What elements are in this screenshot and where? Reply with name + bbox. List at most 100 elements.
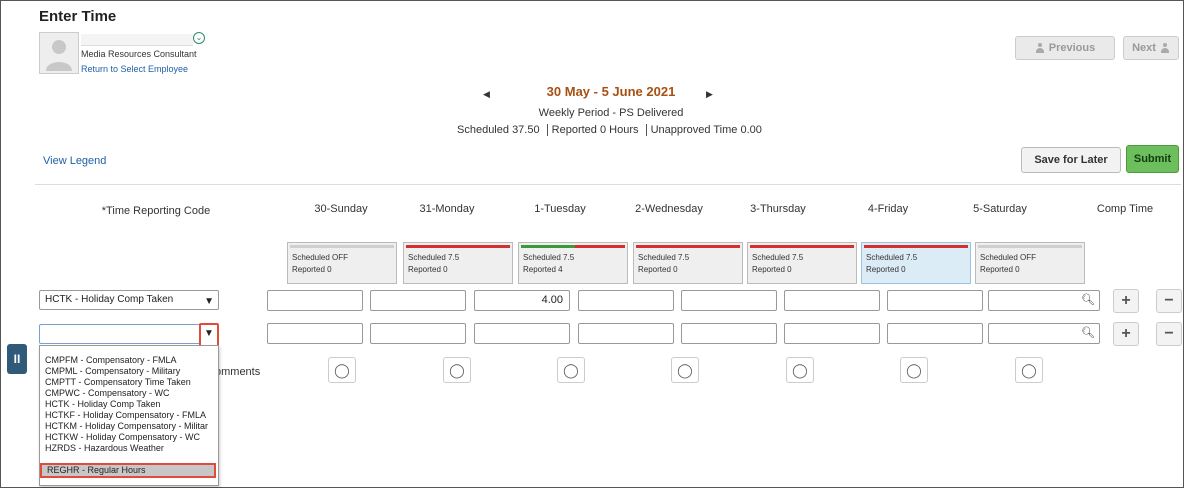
next-period-arrow-icon[interactable]: ▶ [706,89,713,100]
scheduled-text: Scheduled 7.5 [523,253,575,262]
reported-text: Reported 0 [866,265,906,274]
save-for-later-button[interactable]: Save for Later [1021,147,1121,173]
day-schedule-box[interactable]: Scheduled 7.5 Reported 4 [518,242,628,284]
comp-time-input[interactable]: 🔍︎ [988,323,1100,344]
dropdown-option[interactable]: HCTK - Holiday Comp Taken [40,399,216,410]
dropdown-option[interactable]: CMPFM - Compensatory - FMLA [40,355,216,366]
status-bar [978,245,1082,248]
add-row-button[interactable]: + [1113,289,1139,313]
remove-row-button[interactable]: − [1156,322,1182,346]
search-icon[interactable]: 🔍︎ [1081,293,1095,306]
comment-icon[interactable]: ◯ [786,357,814,383]
employee-role: Media Resources Consultant [81,49,197,59]
remove-row-button[interactable]: − [1156,289,1182,313]
status-bar [864,245,968,248]
dropdown-option[interactable]: CMPML - Compensatory - Military [40,366,216,377]
dropdown-option[interactable]: HZRDS - Hazardous Weather [40,443,216,454]
comment-icon[interactable]: ◯ [328,357,356,383]
reported-text: Reported 0 [408,265,448,274]
day-header: 4-Friday [867,203,909,215]
previous-employee-button[interactable]: Previous [1015,36,1115,60]
scheduled-value: 37.50 [512,124,540,136]
dropdown-option[interactable]: HCTKF - Holiday Compensatory - FMLA [40,410,216,421]
add-row-button[interactable]: + [1113,322,1139,346]
reported-text: Reported 4 [523,265,563,274]
day-schedule-box[interactable]: Scheduled OFF Reported 0 [287,242,397,284]
hours-input[interactable] [474,323,570,344]
hours-input[interactable] [681,290,777,311]
day-schedule-box[interactable]: Scheduled 7.5 Reported 0 [403,242,513,284]
submit-button[interactable]: Submit [1126,145,1179,173]
hours-input[interactable] [267,290,363,311]
next-employee-button[interactable]: Next [1123,36,1179,60]
previous-label: Previous [1048,42,1096,54]
hours-input[interactable] [784,290,880,311]
hours-input[interactable] [887,323,983,344]
status-bar [636,245,740,248]
trc-select[interactable]: HCTK - Holiday Comp Taken ▼ [39,290,219,310]
day-schedule-box[interactable]: Scheduled 7.5 Reported 0 [747,242,857,284]
trc-select[interactable]: ▼ [39,323,219,347]
hours-input[interactable] [784,323,880,344]
dropdown-option[interactable]: HCTKW - Holiday Compensatory - WC [40,432,216,443]
dropdown-option[interactable]: HCTKM - Holiday Compensatory - Militar [40,421,216,432]
status-bar [406,245,510,248]
comment-icon[interactable]: ◯ [671,357,699,383]
day-schedule-box[interactable]: Scheduled 7.5 Reported 0 [861,242,971,284]
trc-dropdown-list[interactable]: CMPFM - Compensatory - FMLA CMPML - Comp… [39,345,219,486]
previous-period-arrow-icon[interactable]: ◀ [483,89,490,100]
comp-time-header: Comp Time [1096,203,1154,215]
day-schedule-box[interactable]: Scheduled OFF Reported 0 [975,242,1085,284]
hours-input[interactable]: 4.00 [474,290,570,311]
comment-icon[interactable]: ◯ [443,357,471,383]
day-schedule-box[interactable]: Scheduled 7.5 Reported 0 [633,242,743,284]
comment-icon[interactable]: ◯ [557,357,585,383]
search-icon[interactable]: 🔍︎ [1081,326,1095,339]
next-label: Next [1132,42,1156,54]
unapproved-value: 0.00 [740,124,762,136]
scheduled-text: Scheduled 7.5 [638,253,690,262]
chevron-down-icon[interactable]: ▼ [199,323,219,347]
trc-select-value: HCTK - Holiday Comp Taken [45,294,174,305]
hours-input[interactable] [267,323,363,344]
period-title: 30 May - 5 June 2021 [546,84,676,99]
dropdown-option[interactable]: CMPTT - Compensatory Time Taken [40,377,216,388]
reported-text: Reported 0 [292,265,332,274]
person-icon [1035,43,1045,53]
view-legend-link[interactable]: View Legend [43,155,106,167]
trc-column-header: *Time Reporting Code [101,205,211,217]
divider [35,184,1181,185]
status-bar [290,245,394,248]
reported-text: Reported 0 [980,265,1020,274]
return-to-select-employee-link[interactable]: Return to Select Employee [81,64,188,74]
hours-input[interactable] [370,290,466,311]
day-header: 3-Thursday [750,203,806,215]
page-title: Enter Time [39,8,117,25]
comment-icon[interactable]: ◯ [1015,357,1043,383]
chevron-down-icon[interactable]: ⌄ [193,32,205,44]
time-summary: Scheduled 37.50 Reported 0 Hours Unappro… [457,124,762,136]
comp-time-input[interactable]: 🔍︎ [988,290,1100,311]
avatar [39,32,79,74]
scheduled-text: Scheduled 7.5 [752,253,804,262]
scheduled-text: Scheduled 7.5 [866,253,918,262]
reported-text: Reported 0 [752,265,792,274]
chevron-down-icon[interactable]: ▼ [204,293,214,311]
status-bar [750,245,854,248]
hours-input[interactable] [578,290,674,311]
comments-label: omments [215,366,261,378]
hours-input[interactable] [887,290,983,311]
dropdown-option[interactable]: CMPWC - Compensatory - WC [40,388,216,399]
reported-label: Reported [551,124,597,136]
employee-name-redacted [81,34,193,46]
comment-icon[interactable]: ◯ [900,357,928,383]
side-panel-toggle[interactable]: II [7,344,27,374]
hours-input[interactable] [578,323,674,344]
scheduled-text: Scheduled 7.5 [408,253,460,262]
scheduled-text: Scheduled OFF [980,253,1037,262]
scheduled-text: Scheduled OFF [292,253,349,262]
hours-input[interactable] [681,323,777,344]
dropdown-option-highlighted[interactable]: REGHR - Regular Hours [40,463,216,478]
hours-input[interactable] [370,323,466,344]
person-icon [1160,43,1170,53]
